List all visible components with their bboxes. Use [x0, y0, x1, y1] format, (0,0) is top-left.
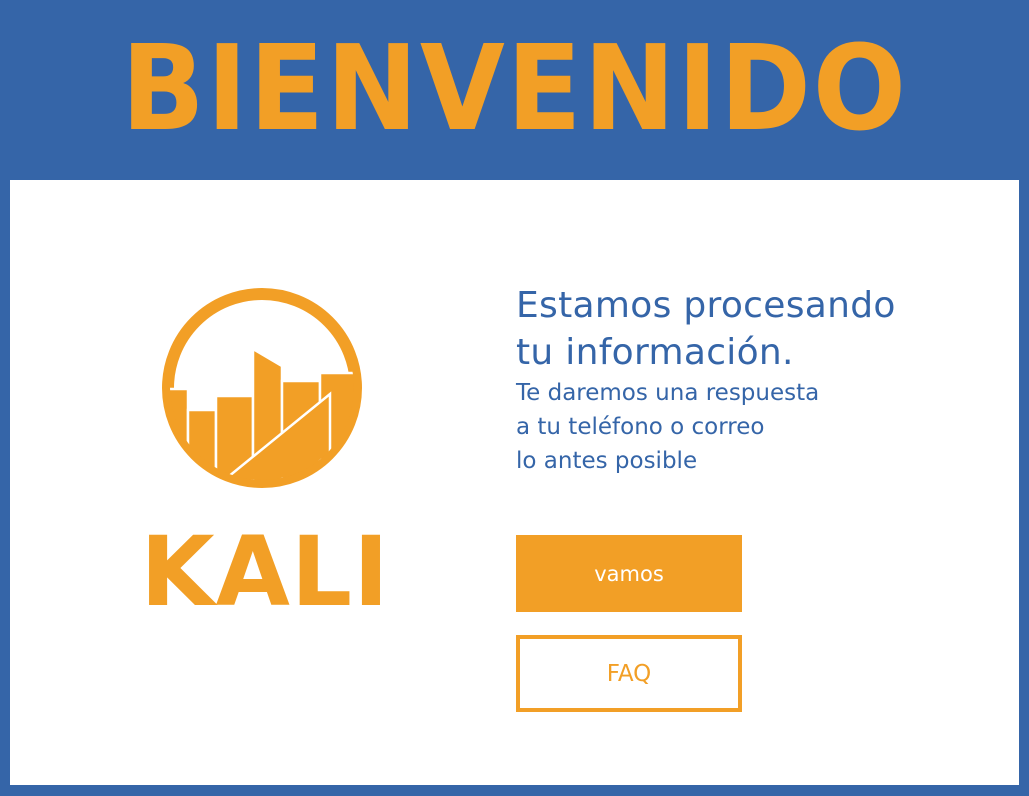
vamos-button-label: vamos: [594, 561, 664, 586]
status-heading: Estamos procesando tu información.: [516, 282, 996, 376]
faq-button[interactable]: FAQ: [516, 635, 742, 712]
vamos-button[interactable]: vamos: [516, 535, 742, 612]
brand-name: KALI: [140, 516, 390, 628]
status-body: Te daremos una respuesta a tu teléfono o…: [516, 376, 996, 478]
status-message: Estamos procesando tu información. Te da…: [516, 282, 996, 478]
faq-button-label: FAQ: [606, 660, 652, 687]
status-heading-line-1: Estamos procesando: [516, 285, 896, 326]
content-card: KALI Estamos procesando tu información. …: [10, 180, 1019, 785]
city-skyline-circle-icon: [160, 286, 364, 490]
status-heading-line-2: tu información.: [516, 332, 794, 373]
welcome-title: BIENVENIDO: [121, 19, 908, 157]
status-body-line-3: lo antes posible: [516, 448, 698, 474]
status-body-line-1: Te daremos una respuesta: [516, 380, 820, 406]
status-body-line-2: a tu teléfono o correo: [516, 414, 765, 440]
